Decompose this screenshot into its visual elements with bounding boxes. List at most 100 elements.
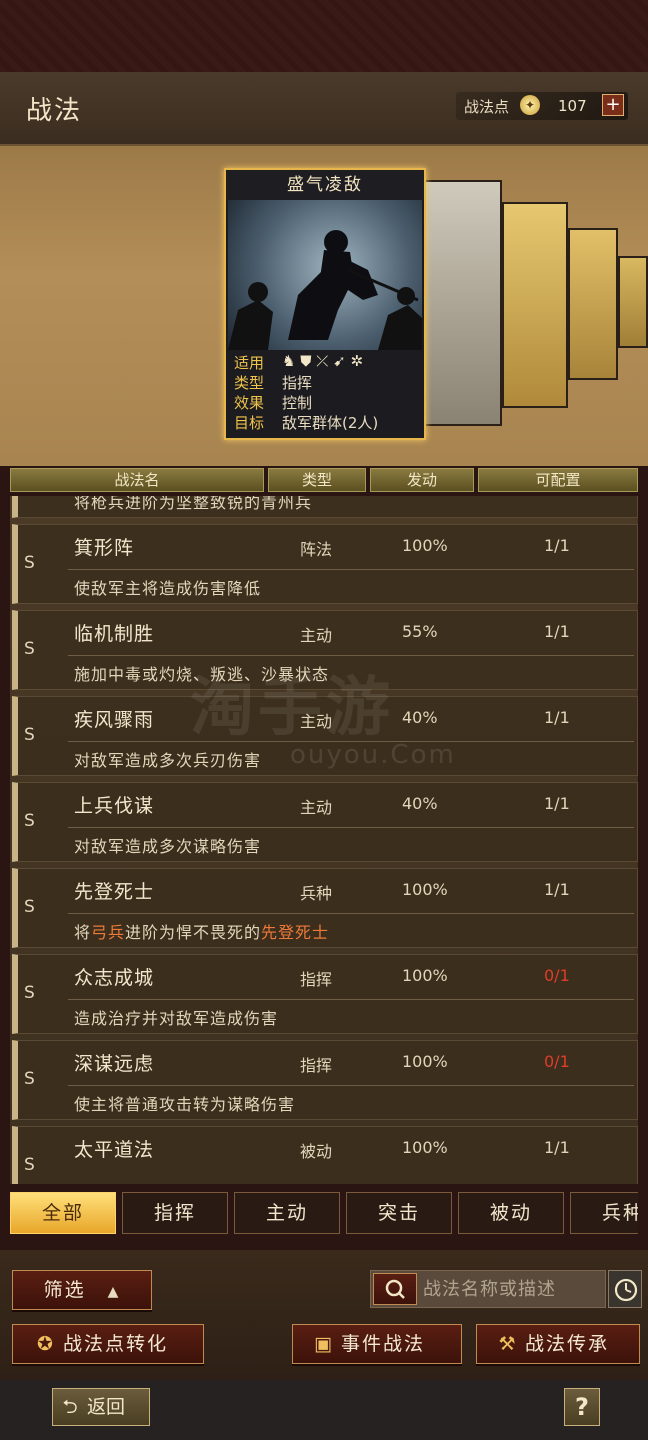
col-header-slots[interactable]: 可配置 bbox=[478, 468, 638, 492]
tactic-row[interactable]: S 先登死士 兵种 100% 1/1 将弓兵进阶为悍不畏死的先登死士 bbox=[12, 868, 638, 948]
card-info-type: 类型 指挥 bbox=[234, 374, 313, 392]
tactic-desc: 对敌军造成多次谋略伤害 bbox=[74, 837, 262, 856]
tactic-type: 被动 bbox=[300, 1142, 333, 1161]
add-points-button[interactable]: + bbox=[602, 94, 624, 116]
tactic-slots: 1/1 bbox=[544, 536, 570, 555]
tactic-name: 临机制胜 bbox=[74, 623, 155, 645]
row-divider bbox=[68, 741, 634, 742]
tactic-row[interactable]: S 箕形阵 阵法 100% 1/1 使敌军主将造成伤害降低 bbox=[12, 524, 638, 604]
tactic-grade: S bbox=[24, 1155, 35, 1175]
tactic-slots: 1/1 bbox=[544, 622, 570, 641]
tab-all[interactable]: 全部 bbox=[10, 1192, 116, 1234]
row-divider bbox=[68, 913, 634, 914]
row-divider bbox=[68, 569, 634, 570]
tactic-row[interactable]: S 深谋远虑 指挥 100% 0/1 使主将普通攻击转为谋略伤害 bbox=[12, 1040, 638, 1120]
row-divider bbox=[68, 1085, 634, 1086]
tactic-grade: S bbox=[24, 983, 35, 1003]
tactic-slots: 1/1 bbox=[544, 794, 570, 813]
tab-active[interactable]: 主动 bbox=[234, 1192, 340, 1234]
card-showcase: 盛气凌敌 适用 ♞ ⛊ ⤫ ➹ ✲ 类型 指挥 效果 控制 目标 敌军群体(2人… bbox=[0, 146, 648, 466]
help-button[interactable]: ? bbox=[564, 1388, 600, 1426]
tab-troop[interactable]: 兵种 bbox=[570, 1192, 638, 1234]
tab-passive[interactable]: 被动 bbox=[458, 1192, 564, 1234]
tactics-list[interactable]: 将枪兵进阶为坚整致锐的青州兵 S 箕形阵 阵法 100% 1/1 使敌军主将造成… bbox=[10, 496, 638, 1184]
filter-tabs: 全部 指挥 主动 突击 被动 兵种 bbox=[10, 1192, 638, 1234]
tactic-slots: 0/1 bbox=[544, 1052, 570, 1071]
tactic-row[interactable]: S 众志成城 指挥 100% 0/1 造成治疗并对敌军造成伤害 bbox=[12, 954, 638, 1034]
event-tactics-button[interactable]: ▣ 事件战法 bbox=[292, 1324, 462, 1364]
tactic-desc: 造成治疗并对敌军造成伤害 bbox=[74, 1009, 279, 1028]
search-button[interactable] bbox=[373, 1273, 417, 1305]
col-header-name[interactable]: 战法名 bbox=[10, 468, 264, 492]
tactic-desc: 将枪兵进阶为坚整致锐的青州兵 bbox=[74, 496, 313, 512]
points-label: 战法点 bbox=[464, 98, 510, 116]
cavalry-icon: ♞ bbox=[282, 352, 296, 370]
tactic-row[interactable]: S 上兵伐谋 主动 40% 1/1 对敌军造成多次谋略伤害 bbox=[12, 782, 638, 862]
filter-button[interactable]: 筛选 ▲ bbox=[12, 1270, 152, 1310]
table-header: 战法名 类型 发动 可配置 bbox=[10, 468, 638, 492]
tactic-rate: 100% bbox=[402, 966, 448, 985]
tactic-slots: 1/1 bbox=[544, 880, 570, 899]
tactic-desc: 施加中毒或灼烧、叛逃、沙暴状态 bbox=[74, 665, 330, 684]
tactic-desc: 将弓兵进阶为悍不畏死的先登死士 bbox=[74, 923, 330, 942]
tab-command[interactable]: 指挥 bbox=[122, 1192, 228, 1234]
tactic-slots: 0/1 bbox=[544, 966, 570, 985]
tactic-slots: 1/1 bbox=[544, 708, 570, 727]
tactic-slots: 1/1 bbox=[544, 1138, 570, 1157]
tactic-type: 主动 bbox=[300, 798, 333, 817]
search-input[interactable] bbox=[423, 1275, 603, 1303]
row-divider bbox=[68, 655, 634, 656]
tactic-type: 主动 bbox=[300, 712, 333, 731]
hammer-icon: ⚒ bbox=[498, 1333, 518, 1355]
col-header-rate[interactable]: 发动 bbox=[370, 468, 474, 492]
coin-icon: ✪ bbox=[37, 1333, 55, 1355]
bow-icon: ⤫ bbox=[316, 352, 329, 370]
shield-icon: ⛊ bbox=[300, 352, 312, 370]
tactic-type: 主动 bbox=[300, 626, 333, 645]
footer: ⮌ 返回 ? bbox=[0, 1380, 648, 1440]
tactic-row[interactable]: S 疾风骤雨 主动 40% 1/1 对敌军造成多次兵刃伤害 bbox=[12, 696, 638, 776]
inherit-tactics-button[interactable]: ⚒ 战法传承 bbox=[476, 1324, 640, 1364]
cavalry-silhouette-art bbox=[228, 230, 422, 350]
tactic-row[interactable]: S 临机制胜 主动 55% 1/1 施加中毒或灼烧、叛逃、沙暴状态 bbox=[12, 610, 638, 690]
col-header-type[interactable]: 类型 bbox=[268, 468, 366, 492]
card-info-target: 目标 敌军群体(2人) bbox=[234, 414, 379, 432]
tactic-desc: 对敌军造成多次兵刃伤害 bbox=[74, 751, 262, 770]
featured-card-name: 盛气凌敌 bbox=[226, 170, 424, 200]
history-button[interactable] bbox=[608, 1270, 642, 1308]
tab-assault[interactable]: 突击 bbox=[346, 1192, 452, 1234]
wheel-icon: ✲ bbox=[350, 352, 364, 370]
side-card-4[interactable] bbox=[618, 256, 648, 348]
featured-tactic-card[interactable]: 盛气凌敌 适用 ♞ ⛊ ⤫ ➹ ✲ 类型 指挥 效果 控制 目标 敌军群体(2人… bbox=[224, 168, 426, 440]
search-box bbox=[370, 1270, 606, 1308]
row-divider bbox=[68, 827, 634, 828]
tactic-row[interactable]: S 太平道法 被动 100% 1/1 bbox=[12, 1126, 638, 1184]
header: 战法 战法点 ✦ 107 + bbox=[0, 72, 648, 146]
tactic-name: 疾风骤雨 bbox=[74, 709, 155, 731]
featured-card-art bbox=[228, 200, 422, 350]
tactic-name: 箕形阵 bbox=[74, 537, 135, 559]
tactic-name: 深谋远虑 bbox=[74, 1053, 155, 1075]
triangle-up-icon: ▲ bbox=[107, 1284, 121, 1300]
back-button[interactable]: ⮌ 返回 bbox=[52, 1388, 150, 1426]
tactic-rate: 100% bbox=[402, 536, 448, 555]
tactic-row-partial[interactable]: 将枪兵进阶为坚整致锐的青州兵 bbox=[12, 496, 638, 518]
tactic-name: 先登死士 bbox=[74, 881, 155, 903]
tactic-rate: 55% bbox=[402, 622, 438, 641]
row-divider bbox=[68, 999, 634, 1000]
tactic-name: 众志成城 bbox=[74, 967, 155, 989]
tactic-name: 太平道法 bbox=[74, 1139, 155, 1161]
coin-icon: ✦ bbox=[520, 95, 540, 115]
convert-points-button[interactable]: ✪ 战法点转化 bbox=[12, 1324, 204, 1364]
tactic-grade: S bbox=[24, 811, 35, 831]
tactic-rate: 100% bbox=[402, 1138, 448, 1157]
side-card-2[interactable] bbox=[502, 202, 568, 408]
tactic-grade: S bbox=[24, 725, 35, 745]
tactic-desc: 使主将普通攻击转为谋略伤害 bbox=[74, 1095, 296, 1114]
tactic-desc: 使敌军主将造成伤害降低 bbox=[74, 579, 262, 598]
spear-icon: ➹ bbox=[333, 352, 346, 370]
side-card-1[interactable] bbox=[424, 180, 502, 426]
card-info-effect: 效果 控制 bbox=[234, 394, 313, 412]
clock-icon bbox=[614, 1278, 638, 1302]
side-card-3[interactable] bbox=[568, 228, 618, 380]
